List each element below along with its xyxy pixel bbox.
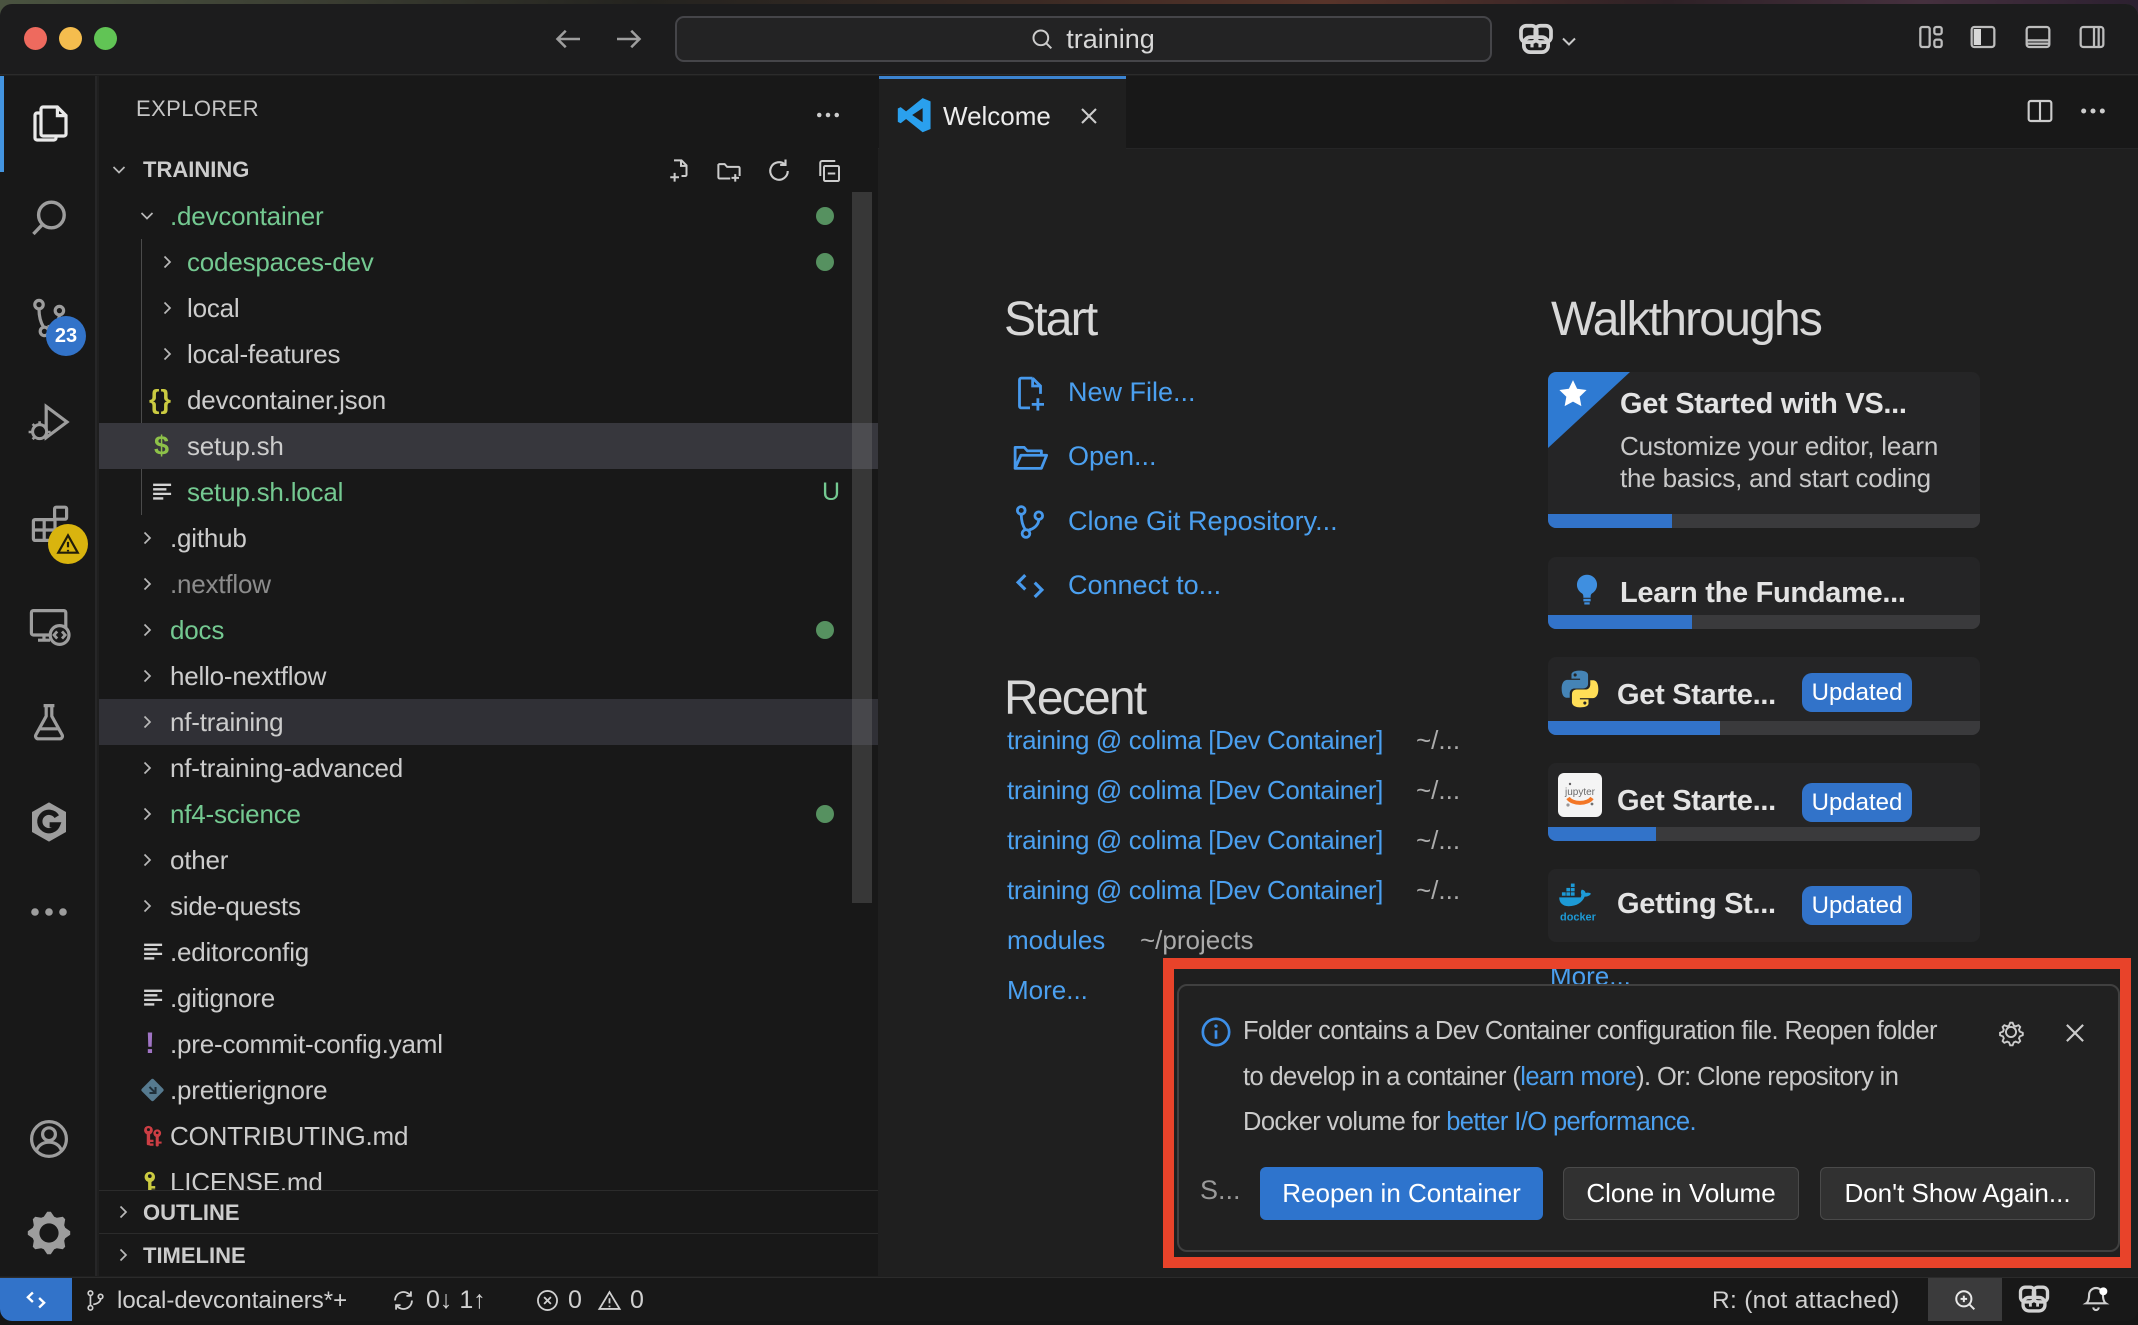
- svg-text:jupyter: jupyter: [1564, 787, 1596, 798]
- svg-text:docker: docker: [1560, 911, 1597, 923]
